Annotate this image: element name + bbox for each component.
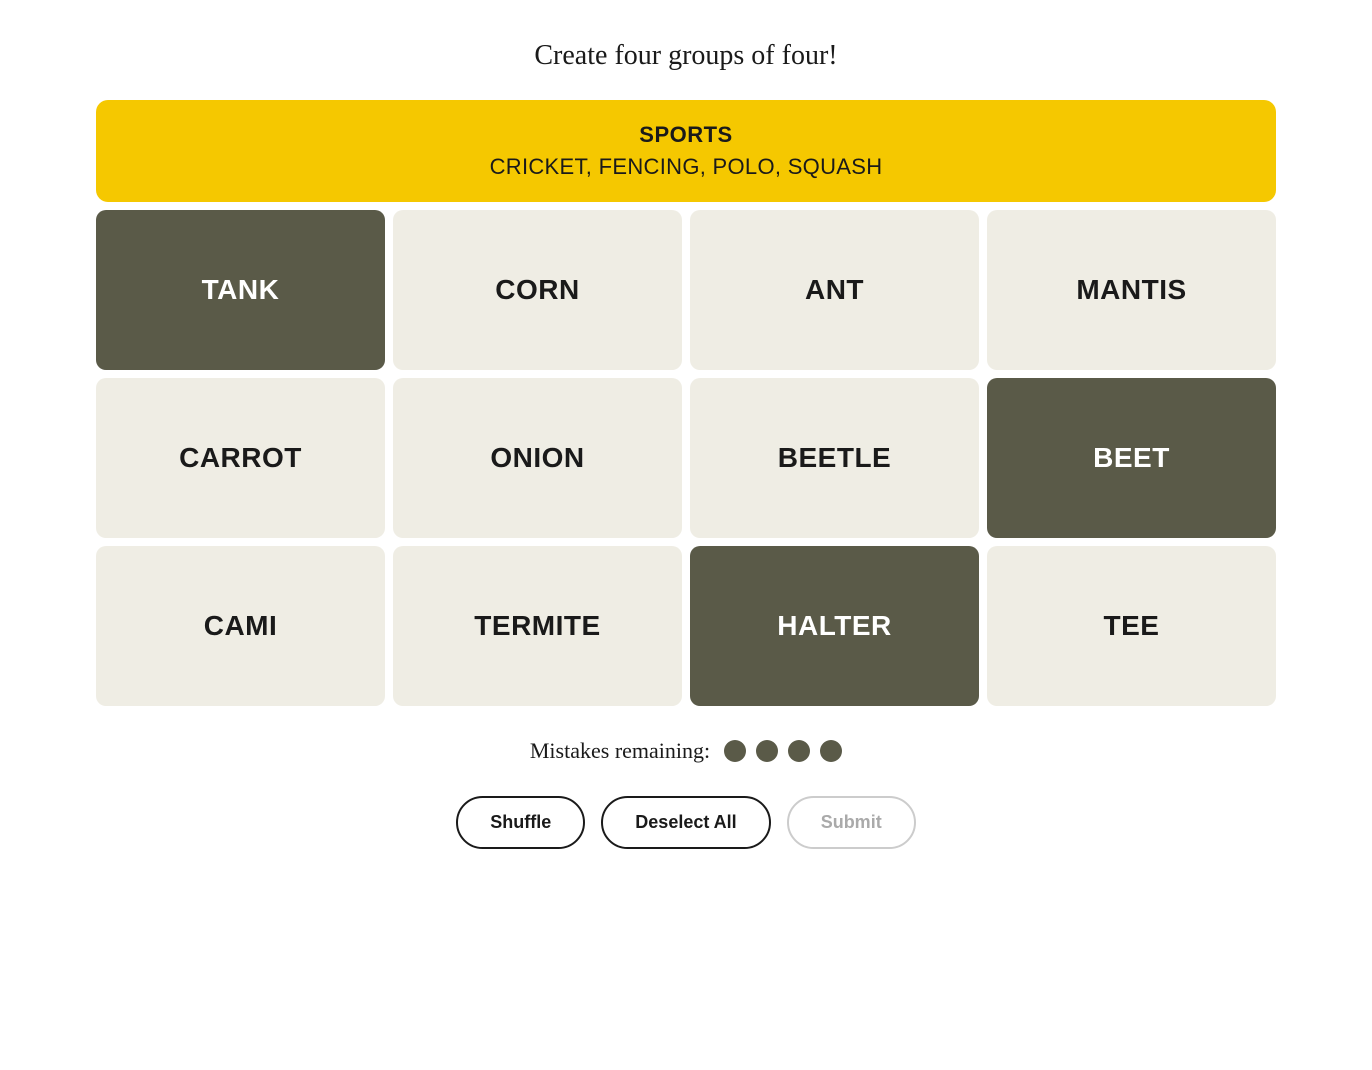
tile-ant[interactable]: ANT bbox=[690, 210, 979, 370]
tile-termite[interactable]: TERMITE bbox=[393, 546, 682, 706]
mistakes-row: Mistakes remaining: bbox=[530, 738, 842, 764]
mistakes-label: Mistakes remaining: bbox=[530, 738, 710, 764]
tile-cami[interactable]: CAMI bbox=[96, 546, 385, 706]
deselect-all-button[interactable]: Deselect All bbox=[601, 796, 770, 849]
mistake-dot bbox=[724, 740, 746, 762]
submit-button[interactable]: Submit bbox=[787, 796, 916, 849]
tile-carrot[interactable]: CARROT bbox=[96, 378, 385, 538]
solved-row: SPORTS CRICKET, FENCING, POLO, SQUASH bbox=[96, 100, 1276, 202]
grid-wrapper: SPORTS CRICKET, FENCING, POLO, SQUASH TAN… bbox=[96, 100, 1276, 706]
mistake-dot bbox=[788, 740, 810, 762]
tile-halter[interactable]: HALTER bbox=[690, 546, 979, 706]
mistake-dot bbox=[756, 740, 778, 762]
solved-category-name: SPORTS bbox=[116, 122, 1256, 148]
tile-tank[interactable]: TANK bbox=[96, 210, 385, 370]
mistakes-dots bbox=[724, 740, 842, 762]
solved-rows: SPORTS CRICKET, FENCING, POLO, SQUASH bbox=[96, 100, 1276, 202]
instructions-text: Create four groups of four! bbox=[534, 40, 837, 72]
tiles-grid: TANKCORNANTMANTIS CARROTONIONBEETLEBEET CA… bbox=[96, 210, 1276, 706]
tile-onion[interactable]: ONION bbox=[393, 378, 682, 538]
shuffle-button[interactable]: Shuffle bbox=[456, 796, 585, 849]
tile-beet[interactable]: BEET bbox=[987, 378, 1276, 538]
solved-category-items: CRICKET, FENCING, POLO, SQUASH bbox=[116, 154, 1256, 180]
game-container: Create four groups of four! SPORTS CRICKE… bbox=[96, 40, 1276, 849]
tile-corn[interactable]: CORN bbox=[393, 210, 682, 370]
tile-beetle[interactable]: BEETLE bbox=[690, 378, 979, 538]
mistake-dot bbox=[820, 740, 842, 762]
tile-mantis[interactable]: MANTIS bbox=[987, 210, 1276, 370]
buttons-row: Shuffle Deselect All Submit bbox=[456, 796, 915, 849]
tile-tee[interactable]: TEE bbox=[987, 546, 1276, 706]
